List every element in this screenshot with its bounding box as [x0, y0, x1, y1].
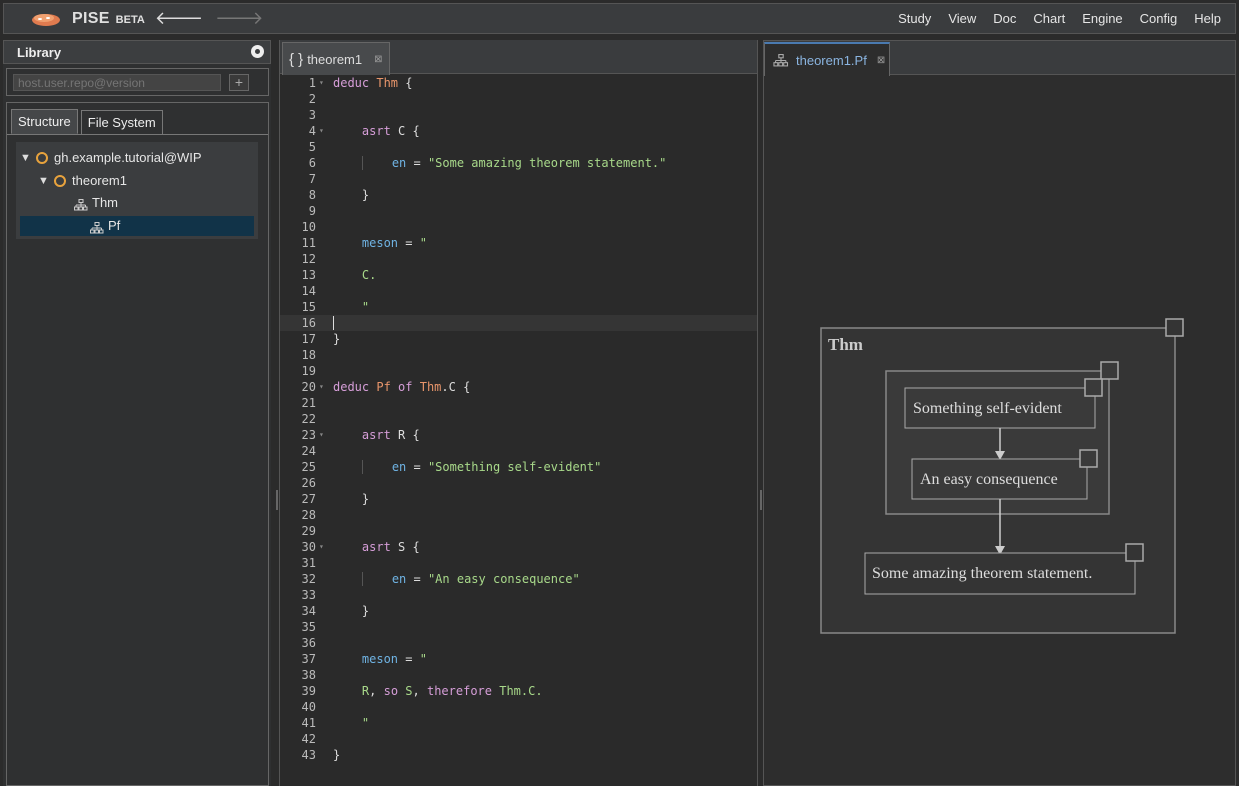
- node-r-label: Something self-evident: [913, 400, 1062, 417]
- splitter-handle[interactable]: [760, 490, 762, 510]
- menu-chart[interactable]: Chart: [1033, 11, 1065, 26]
- app-brand: PISE: [72, 9, 110, 27]
- menu-config[interactable]: Config: [1140, 11, 1178, 26]
- beta-label: BETA: [115, 14, 145, 26]
- expand-triangle-icon[interactable]: ▼: [20, 148, 36, 168]
- close-tab-icon[interactable]: ⊠: [877, 55, 885, 66]
- hierarchy-icon: [74, 197, 88, 211]
- back-arrow-icon[interactable]: 🡐: [155, 8, 203, 29]
- main-menu: Study View Doc Chart Engine Config Help: [881, 11, 1221, 26]
- hierarchy-icon: [90, 220, 104, 234]
- tree-item-repo[interactable]: ▼ gh.example.tutorial@WIP: [20, 148, 202, 168]
- tree-item-label: Pf: [108, 218, 121, 233]
- editor-tab-theorem1[interactable]: { } theorem1 ⊠: [282, 42, 390, 75]
- menu-view[interactable]: View: [948, 11, 976, 26]
- close-tab-icon[interactable]: ⊠: [374, 54, 382, 65]
- menu-help[interactable]: Help: [1194, 11, 1221, 26]
- node-s-label: An easy consequence: [920, 471, 1058, 488]
- code-editor-panel: { } theorem1 ⊠ 1 ▾ deduc Thm { 2 3 4 ▾ asrt…: [279, 40, 758, 786]
- proof-view-panel: theorem1.Pf ⊠ Thm Something self-evident…: [763, 40, 1236, 786]
- library-panel: Library + Structure File System ▼ gh.exa…: [3, 40, 271, 786]
- structure-container: Structure File System ▼ gh.example.tutor…: [6, 102, 269, 786]
- code-area[interactable]: 1 ▾ deduc Thm { 2 3 4 ▾ asrt C { 5 6 en = "…: [280, 75, 757, 786]
- library-title: Library: [17, 44, 62, 60]
- hierarchy-icon: [773, 53, 789, 67]
- structure-tree: ▼ gh.example.tutorial@WIP ▼ theorem1 Thm…: [16, 142, 258, 239]
- tab-divider: [7, 134, 268, 135]
- pise-logo-icon: [30, 10, 62, 28]
- forward-arrow-icon[interactable]: 🡒: [215, 8, 263, 29]
- menu-doc[interactable]: Doc: [993, 11, 1016, 26]
- tab-file-system[interactable]: File System: [80, 110, 163, 135]
- proof-tab-label: theorem1.Pf: [796, 52, 867, 68]
- braces-icon: { }: [289, 50, 304, 68]
- expand-box-icon[interactable]: [1100, 361, 1119, 380]
- thm-label: Thm: [828, 335, 863, 354]
- proof-tab-theorem1-pf[interactable]: theorem1.Pf ⊠: [764, 42, 890, 76]
- top-menu-bar: PISE BETA 🡐 🡒 Study View Doc Chart Engin…: [3, 3, 1236, 34]
- expand-triangle-icon[interactable]: ▼: [38, 171, 54, 191]
- gear-icon[interactable]: [251, 45, 264, 58]
- proof-tab-bar: theorem1.Pf ⊠: [764, 41, 1235, 76]
- expand-box-icon[interactable]: [1084, 378, 1103, 397]
- add-repo-button[interactable]: +: [229, 74, 249, 91]
- proof-diagram: Thm Something self-evident An easy conse…: [820, 318, 1184, 634]
- repo-search-input[interactable]: [13, 74, 221, 91]
- node-pf[interactable]: Something self-evident An easy consequen…: [885, 361, 1119, 515]
- menu-study[interactable]: Study: [898, 11, 931, 26]
- expand-box-icon[interactable]: [1079, 449, 1098, 468]
- menu-engine[interactable]: Engine: [1082, 11, 1122, 26]
- tree-item-label: gh.example.tutorial@WIP: [54, 150, 202, 165]
- tree-item-label: theorem1: [72, 173, 127, 188]
- editor-tab-bar: { } theorem1 ⊠: [280, 40, 757, 75]
- tab-structure[interactable]: Structure: [11, 109, 78, 134]
- editor-tab-label: theorem1: [307, 51, 363, 67]
- splitter-handle[interactable]: [276, 490, 278, 510]
- expand-box-icon[interactable]: [1165, 318, 1184, 337]
- repo-circle-icon: [36, 152, 48, 164]
- tree-item-thm[interactable]: Thm: [74, 193, 118, 213]
- tree-item-pf[interactable]: Pf: [20, 216, 254, 236]
- repo-search-row: +: [6, 68, 269, 96]
- library-tabs: Structure File System: [11, 109, 166, 135]
- node-c-label: Some amazing theorem statement.: [872, 565, 1092, 582]
- module-circle-icon: [54, 175, 66, 187]
- library-header: Library: [3, 40, 271, 64]
- tree-item-module[interactable]: ▼ theorem1: [38, 171, 127, 191]
- tree-item-label: Thm: [92, 195, 118, 210]
- expand-box-icon[interactable]: [1125, 543, 1144, 562]
